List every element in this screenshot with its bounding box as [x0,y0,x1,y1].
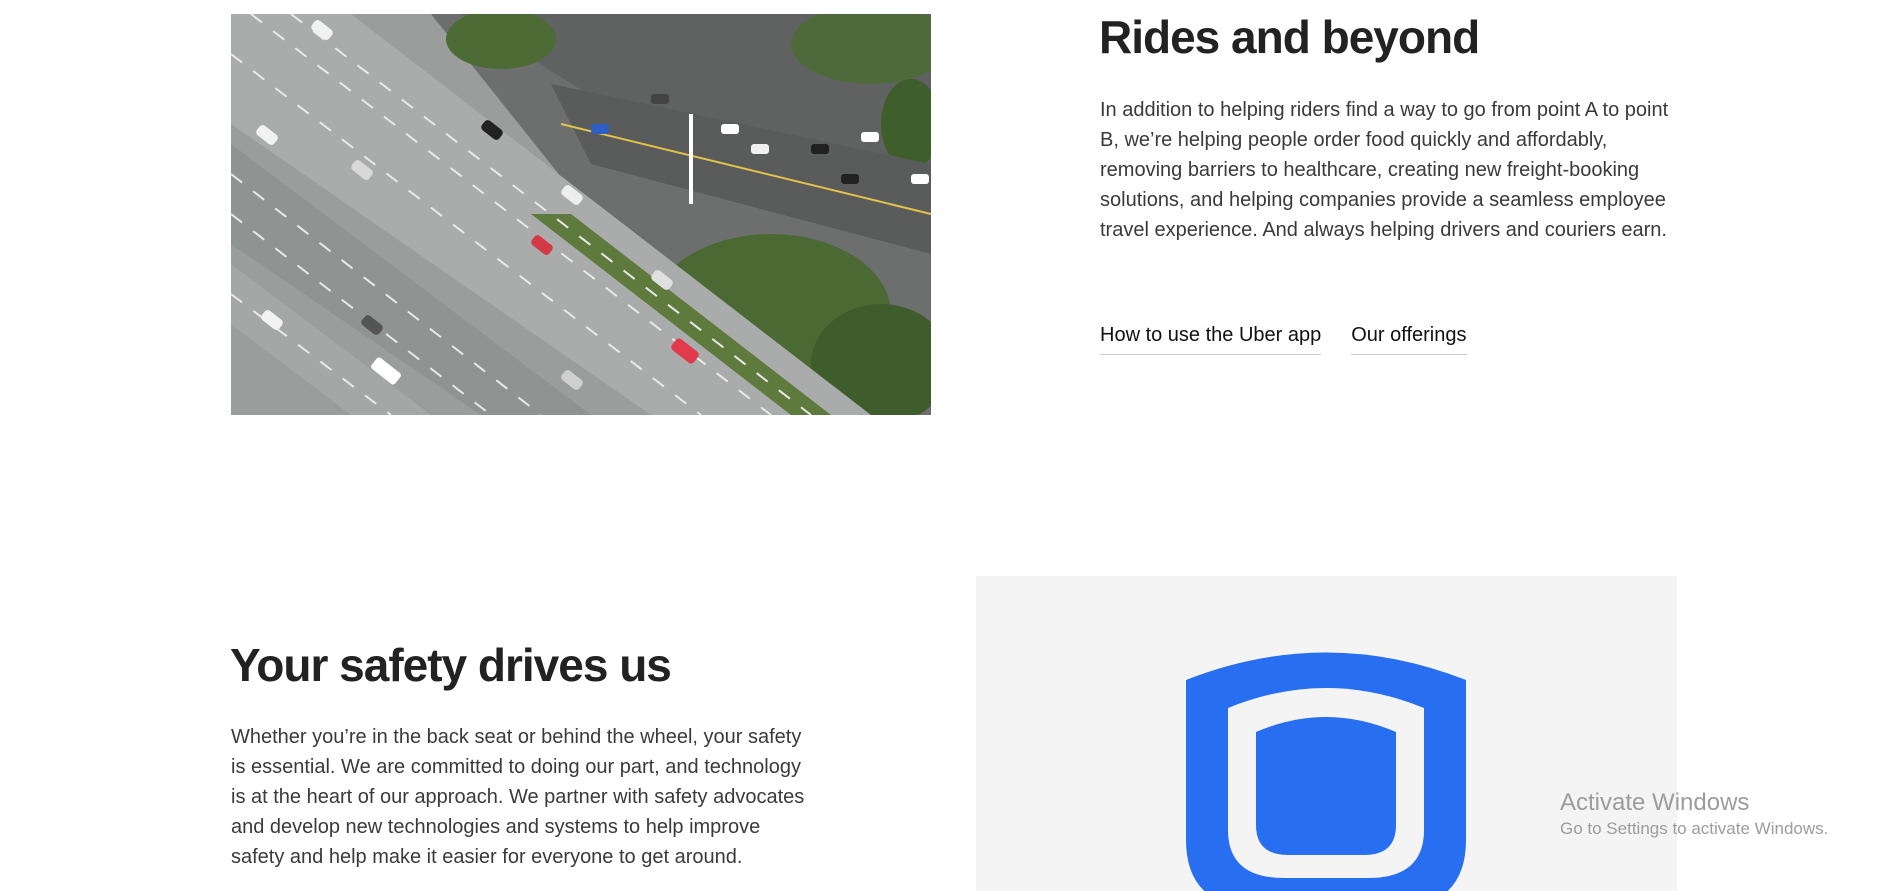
safety-section-description: Whether you’re in the back seat or behin… [231,726,805,868]
safety-illustration-panel [976,576,1677,891]
highway-aerial-image [231,14,931,415]
page: Rides and beyond In addition to helping … [0,0,1895,891]
rides-section-title: Rides and beyond [1099,11,1480,63]
rides-section-description: In addition to helping riders find a way… [1100,99,1669,241]
how-to-use-uber-app-link[interactable]: How to use the Uber app [1100,322,1322,355]
our-offerings-link[interactable]: Our offerings [1351,322,1467,355]
shield-icon [1186,650,1466,891]
safety-section-title: Your safety drives us [230,639,672,691]
rides-links: How to use the Uber app Our offerings [1100,322,1467,355]
